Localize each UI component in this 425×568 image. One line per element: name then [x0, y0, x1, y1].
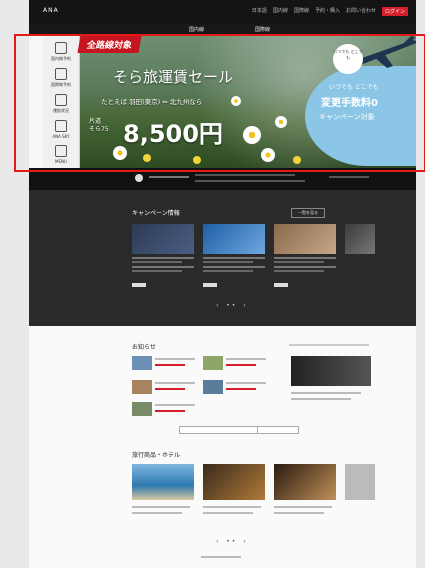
news-thumb[interactable]	[203, 380, 223, 394]
tour-card-image[interactable]	[274, 464, 336, 500]
card-text	[274, 257, 336, 259]
news-thumb[interactable]	[132, 380, 152, 394]
news-text	[291, 398, 351, 400]
tour-text	[274, 512, 324, 514]
highlight-frame	[14, 34, 425, 172]
tour-text	[203, 506, 261, 508]
carousel-pager: ‹ • • ›	[216, 302, 246, 309]
news-price	[226, 364, 256, 366]
card-text	[274, 270, 324, 272]
card-text	[132, 270, 182, 272]
tour-title: 旅行商品・ホテル	[132, 452, 181, 459]
news-thumb[interactable]	[203, 356, 223, 370]
pager-dots: • •	[226, 538, 236, 545]
card-text	[203, 257, 265, 259]
prev-arrow-icon[interactable]: ‹	[216, 538, 218, 545]
top-nav-item[interactable]: 国内線	[273, 7, 288, 16]
tour-text	[203, 512, 253, 514]
card-text	[203, 266, 265, 268]
info-text	[149, 176, 189, 178]
tour-pager: ‹ • • ›	[216, 538, 246, 545]
news-thumb[interactable]	[132, 356, 152, 370]
news-more-button[interactable]	[179, 426, 261, 434]
info-icon	[135, 174, 143, 182]
news-banner[interactable]	[291, 356, 371, 386]
card-text	[274, 266, 336, 268]
news-price	[155, 364, 185, 366]
news-text	[155, 358, 195, 360]
campaign-more-button[interactable]: 一覧を見る	[291, 208, 325, 218]
news-text	[291, 392, 361, 394]
campaign-title: キャンペーン情報	[132, 210, 180, 217]
news-price	[155, 410, 185, 412]
card-text	[203, 261, 253, 263]
tour-text	[132, 512, 182, 514]
news-text	[226, 358, 266, 360]
card-text	[274, 261, 324, 263]
tour-card-image[interactable]	[132, 464, 194, 500]
news-price	[226, 388, 256, 390]
info-text	[329, 176, 369, 178]
card-text	[132, 266, 194, 268]
news-thumb[interactable]	[132, 402, 152, 416]
top-nav: 日本語 国内線 国際線 予約・購入 お問い合わせ ログイン	[252, 7, 408, 16]
tour-more-link[interactable]	[201, 556, 241, 558]
card-tag	[132, 283, 146, 287]
news-secondary-button[interactable]	[257, 426, 299, 434]
campaign-section: キャンペーン情報 一覧を見る ‹ • • ›	[29, 190, 416, 326]
top-nav-item[interactable]: 日本語	[252, 7, 267, 16]
news-price	[155, 388, 185, 390]
card-text	[203, 270, 253, 272]
card-text	[132, 261, 182, 263]
card-image	[132, 224, 194, 254]
news-text	[226, 382, 266, 384]
info-text	[195, 180, 305, 182]
card-tag	[203, 283, 217, 287]
tour-text	[274, 506, 332, 508]
info-text	[195, 174, 295, 176]
top-nav-item[interactable]: 国際線	[294, 7, 309, 16]
next-arrow-icon[interactable]: ›	[243, 538, 245, 545]
card-image	[274, 224, 336, 254]
tour-card-image[interactable]	[345, 464, 375, 500]
campaign-card[interactable]	[203, 224, 265, 291]
card-image	[203, 224, 265, 254]
tour-text	[132, 506, 190, 508]
top-bar: ANA 日本語 国内線 国際線 予約・購入 お問い合わせ ログイン	[29, 0, 416, 24]
campaign-card[interactable]	[274, 224, 336, 291]
tab-international[interactable]: 国際線	[255, 26, 270, 34]
prev-arrow-icon[interactable]: ‹	[216, 302, 218, 309]
top-nav-item[interactable]: 予約・購入	[315, 7, 340, 16]
pager-dots: • •	[226, 302, 236, 309]
news-text	[155, 404, 195, 406]
card-text	[132, 257, 194, 259]
content-section: お知らせ 旅行商品・ホテル ‹ • • ›	[29, 326, 416, 568]
news-text	[155, 382, 195, 384]
news-link[interactable]	[289, 344, 369, 346]
news-title: お知らせ	[132, 344, 156, 351]
card-tag	[274, 283, 288, 287]
top-nav-item[interactable]: お問い合わせ	[346, 7, 376, 16]
card-image	[345, 224, 375, 254]
next-arrow-icon[interactable]: ›	[243, 302, 245, 309]
tour-card-image[interactable]	[203, 464, 265, 500]
campaign-card[interactable]	[345, 224, 375, 254]
login-button[interactable]: ログイン	[381, 7, 408, 16]
campaign-card[interactable]	[132, 224, 194, 291]
site-logo[interactable]: ANA	[43, 7, 59, 14]
